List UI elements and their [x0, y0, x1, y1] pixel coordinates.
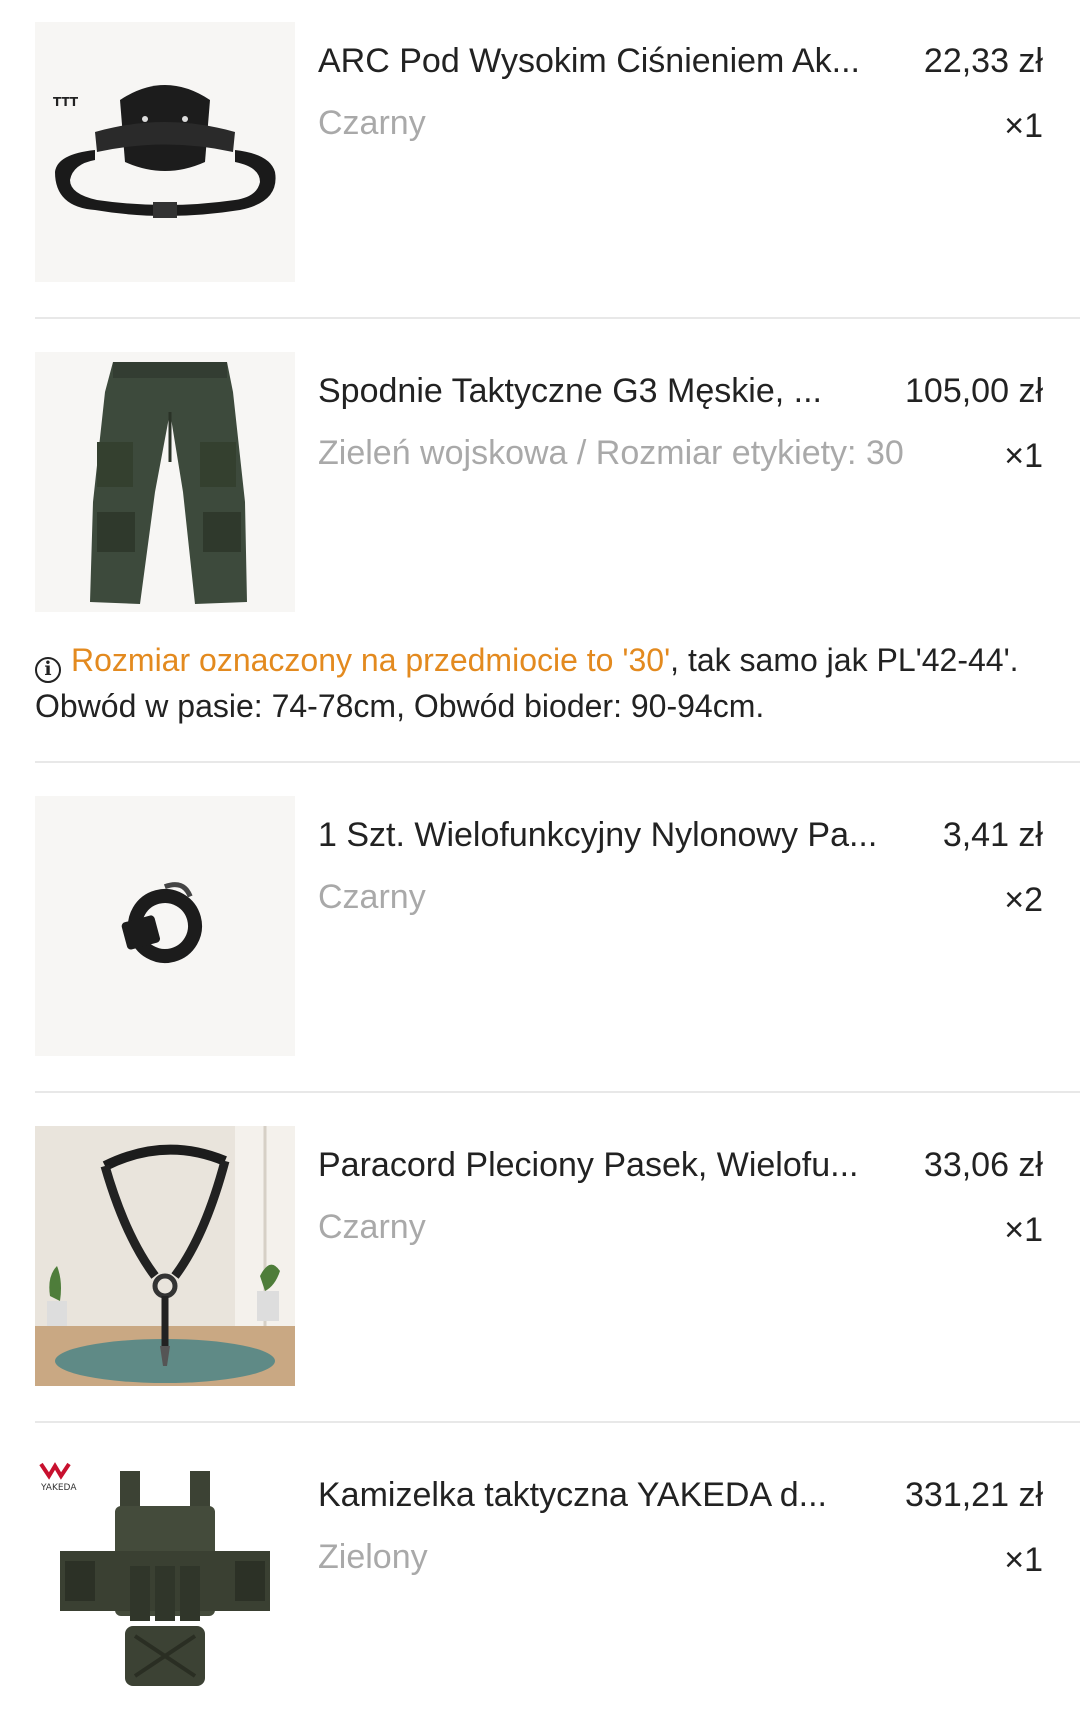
product-variant: Czarny — [318, 1208, 426, 1246]
nylon-strap-image[interactable] — [35, 796, 295, 1056]
list-item[interactable]: Spodnie Taktyczne G3 Męskie, ... 105,00 … — [35, 352, 1080, 612]
product-price: 105,00 zł — [905, 372, 1043, 410]
product-quantity: ×1 — [1004, 1211, 1043, 1249]
product-title[interactable]: Paracord Pleciony Pasek, Wielofu... — [318, 1144, 878, 1186]
product-quantity: ×2 — [1004, 881, 1043, 919]
product-quantity: ×1 — [1004, 107, 1043, 145]
divider — [35, 761, 1080, 763]
list-item[interactable]: Paracord Pleciony Pasek, Wielofu... 33,0… — [35, 1126, 1080, 1386]
product-title[interactable]: 1 Szt. Wielofunkcyjny Nylonowy Pa... — [318, 814, 878, 856]
product-title[interactable]: ARC Pod Wysokim Ciśnieniem Ak... — [318, 40, 878, 82]
size-info-note: i Rozmiar oznaczony na przedmiocie to '30… — [35, 637, 1035, 729]
product-variant: Czarny — [318, 878, 426, 916]
product-variant: Zielony — [318, 1538, 428, 1576]
product-price: 22,33 zł — [923, 42, 1043, 80]
product-title[interactable]: Kamizelka taktyczna YAKEDA d... — [318, 1474, 898, 1516]
product-quantity: ×1 — [1004, 1541, 1043, 1579]
divider — [35, 1421, 1080, 1423]
list-item[interactable]: TTT ARC Pod Wysokim Ciśnieniem Ak... 22,… — [35, 22, 1080, 282]
brand-logo: YAKEDA — [40, 1483, 77, 1493]
product-quantity: ×1 — [1004, 437, 1043, 475]
product-price: 3,41 zł — [942, 816, 1043, 854]
divider — [35, 1091, 1080, 1093]
info-icon: i — [35, 657, 61, 683]
tactical-vest-image[interactable]: YAKEDA — [35, 1456, 295, 1716]
list-item[interactable]: 1 Szt. Wielofunkcyjny Nylonowy Pa... 3,4… — [35, 796, 1080, 1056]
list-item[interactable]: YAKEDA Kamizelka taktyczna YAKEDA d... 3… — [35, 1456, 1080, 1716]
tactical-pants-image[interactable] — [35, 352, 295, 612]
tactical-belt-image[interactable]: TTT — [35, 22, 295, 282]
divider — [35, 317, 1080, 319]
paracord-sling-image[interactable] — [35, 1126, 295, 1386]
product-price: 33,06 zł — [923, 1146, 1043, 1184]
product-title[interactable]: Spodnie Taktyczne G3 Męskie, ... — [318, 370, 898, 412]
brand-logo: TTT — [53, 95, 79, 109]
product-variant: Zieleń wojskowa / Rozmiar etykiety: 30 — [318, 434, 904, 472]
product-price: 331,21 zł — [905, 1476, 1043, 1514]
size-note-highlight: Rozmiar oznaczony na przedmiocie to '30' — [71, 642, 671, 678]
product-variant: Czarny — [318, 104, 426, 142]
